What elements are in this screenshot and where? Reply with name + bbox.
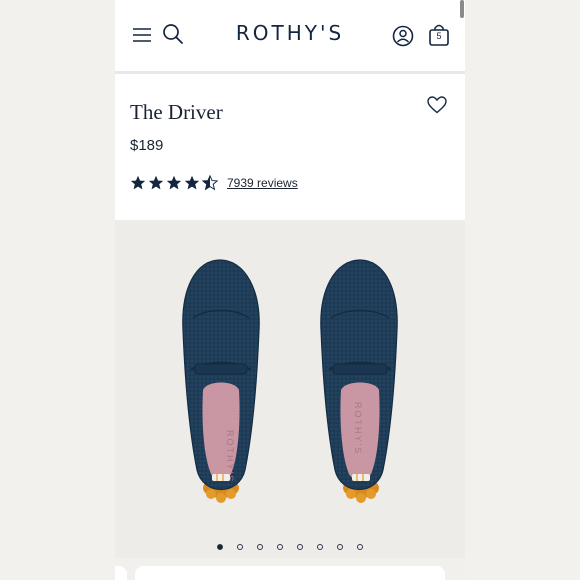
- carousel-dot[interactable]: [337, 544, 343, 550]
- carousel-dot[interactable]: [317, 544, 323, 550]
- menu-button[interactable]: [129, 22, 155, 48]
- shoe-pair-image: ROTHY'S ROTHY'S: [182, 259, 398, 503]
- carousel-dot[interactable]: [297, 544, 303, 550]
- product-price: $189: [130, 137, 164, 154]
- left-shoe: ROTHY'S: [182, 259, 260, 503]
- search-button[interactable]: [160, 21, 186, 47]
- cart-button[interactable]: 5: [425, 21, 453, 49]
- rating-row: 7939 reviews: [130, 175, 298, 191]
- carousel-dot[interactable]: [217, 544, 223, 550]
- right-insole-text: ROTHY'S: [353, 402, 363, 455]
- site-header: ROTHY'S 5: [115, 0, 465, 70]
- carousel-dot[interactable]: [357, 544, 363, 550]
- star-full-icon: [148, 175, 164, 190]
- star-full-icon: [184, 175, 200, 190]
- carousel-dot[interactable]: [257, 544, 263, 550]
- hamburger-menu-icon: [133, 28, 151, 42]
- heart-icon: [427, 96, 447, 114]
- mobile-page: ROTHY'S 5 The Driver $189 7939 reviews R…: [115, 0, 465, 580]
- product-image-gallery[interactable]: ROTHY'S ROTHY'S: [115, 220, 465, 558]
- reviews-link[interactable]: 7939 reviews: [227, 176, 298, 190]
- search-icon: [163, 24, 183, 44]
- thumbnail-card[interactable]: [135, 566, 445, 580]
- product-title: The Driver: [130, 100, 223, 124]
- account-button[interactable]: [389, 22, 417, 50]
- wishlist-button[interactable]: [426, 94, 448, 116]
- brand-logo[interactable]: ROTHY'S: [225, 21, 355, 45]
- carousel-dots: [115, 544, 465, 550]
- header-divider: [115, 71, 465, 74]
- thumbnail-card-partial[interactable]: [115, 566, 127, 580]
- account-icon: [392, 25, 414, 47]
- cart-count-badge: 5: [436, 31, 442, 41]
- star-half-icon: [202, 175, 218, 191]
- right-shoe: ROTHY'S: [320, 259, 398, 503]
- star-full-icon: [130, 175, 146, 190]
- star-full-icon: [166, 175, 182, 190]
- screenshot-frame: ROTHY'S 5 The Driver $189 7939 reviews R…: [0, 0, 580, 580]
- carousel-dot[interactable]: [277, 544, 283, 550]
- scrollbar[interactable]: [460, 0, 464, 18]
- carousel-dot[interactable]: [237, 544, 243, 550]
